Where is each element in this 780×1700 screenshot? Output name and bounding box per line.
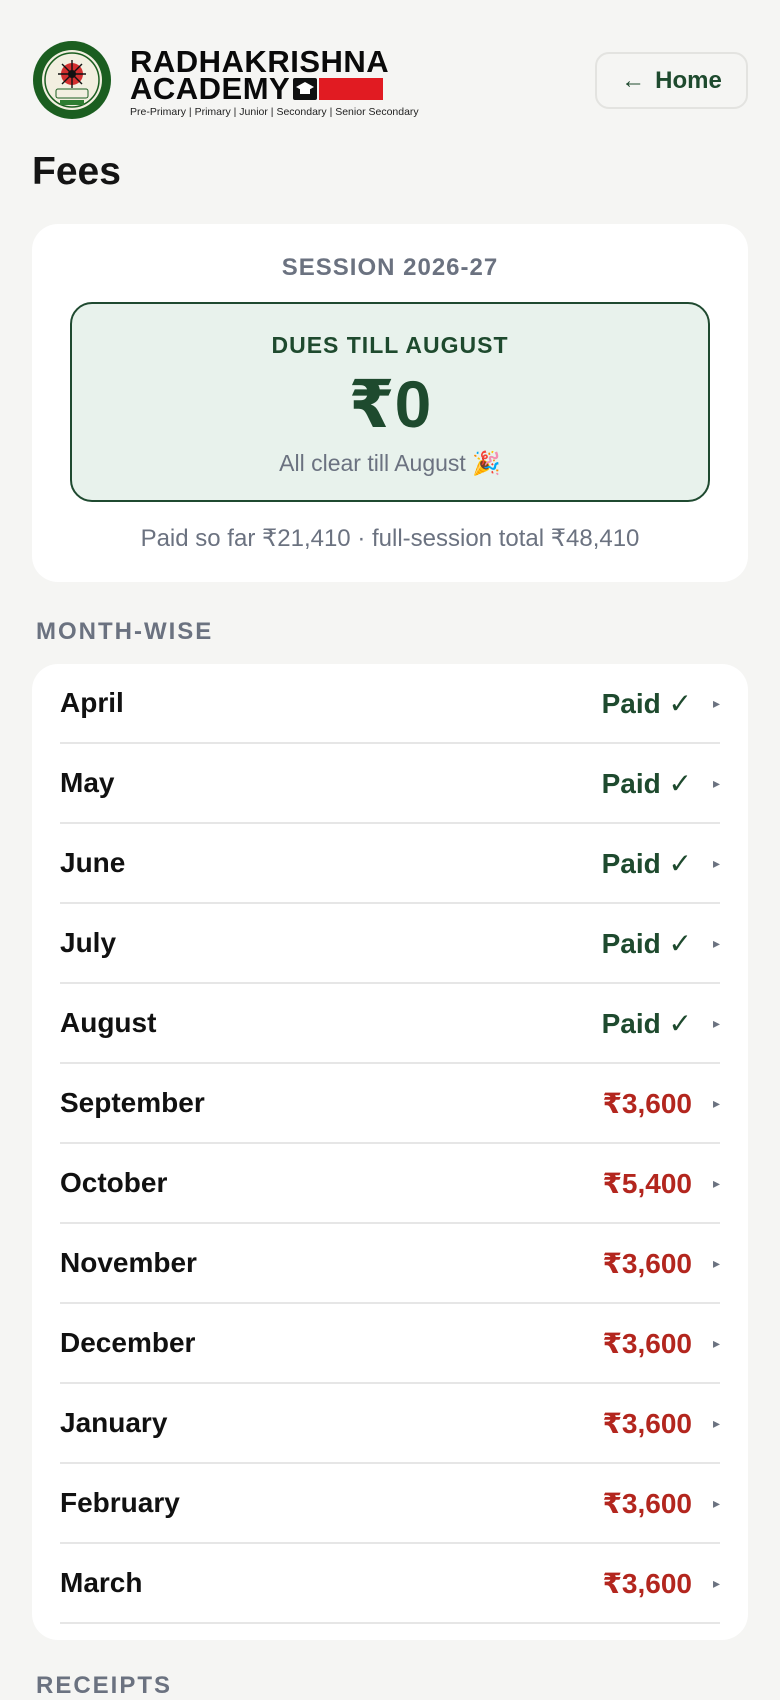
page-title: Fees bbox=[32, 150, 121, 193]
arrow-left-icon: ← bbox=[621, 66, 646, 94]
month-row[interactable]: July Paid ✓ ▸ bbox=[60, 904, 720, 984]
month-name: November bbox=[60, 1247, 197, 1278]
chevron-right-icon: ▸ bbox=[712, 1094, 720, 1111]
month-name: January bbox=[60, 1407, 168, 1438]
month-name: April bbox=[60, 687, 124, 718]
month-due-amount: ₹3,600 bbox=[602, 1087, 692, 1119]
dues-note: All clear till August 🎉 bbox=[279, 450, 501, 476]
month-row[interactable]: November ₹3,600 ▸ bbox=[60, 1224, 720, 1304]
month-name: June bbox=[60, 847, 126, 878]
month-due-amount: ₹3,600 bbox=[602, 1407, 692, 1439]
month-name: March bbox=[60, 1567, 143, 1598]
month-row[interactable]: March ₹3,600 ▸ bbox=[60, 1544, 720, 1624]
month-paid-status: Paid ✓ bbox=[601, 687, 692, 719]
school-name-line2: ACADEMY bbox=[130, 71, 291, 106]
chevron-right-icon: ▸ bbox=[712, 1254, 720, 1271]
month-row[interactable]: September ₹3,600 ▸ bbox=[60, 1064, 720, 1144]
month-due-amount: ₹3,600 bbox=[602, 1247, 692, 1279]
chevron-right-icon: ▸ bbox=[712, 1414, 720, 1431]
month-row[interactable]: December ₹3,600 ▸ bbox=[60, 1304, 720, 1384]
month-name: May bbox=[60, 767, 115, 798]
month-paid-status: Paid ✓ bbox=[601, 927, 692, 959]
school-levels-subtitle: Pre-Primary | Primary | Junior | Seconda… bbox=[130, 106, 419, 118]
home-button[interactable]: ← Home bbox=[595, 52, 748, 109]
chevron-right-icon: ▸ bbox=[712, 1574, 720, 1591]
school-seal-logo bbox=[33, 41, 111, 119]
month-row[interactable]: October ₹5,400 ▸ bbox=[60, 1144, 720, 1224]
logo-red-banner bbox=[319, 77, 384, 100]
month-row[interactable]: August Paid ✓ ▸ bbox=[60, 984, 720, 1064]
month-row[interactable]: June Paid ✓ ▸ bbox=[60, 824, 720, 904]
chevron-right-icon: ▸ bbox=[712, 694, 720, 711]
month-row[interactable]: January ₹3,600 ▸ bbox=[60, 1384, 720, 1464]
month-name: August bbox=[60, 1007, 157, 1038]
home-button-label: Home bbox=[655, 66, 722, 94]
month-list: April Paid ✓ ▸ May Paid ✓ ▸ June Paid ✓ ▸ July Pai… bbox=[32, 664, 748, 1640]
dues-amount: ₹0 bbox=[348, 367, 432, 441]
month-due-amount: ₹3,600 bbox=[602, 1327, 692, 1359]
graduation-cap-icon bbox=[293, 77, 318, 100]
month-name: February bbox=[60, 1487, 180, 1518]
month-row[interactable]: February ₹3,600 ▸ bbox=[60, 1464, 720, 1544]
month-paid-status: Paid ✓ bbox=[601, 847, 692, 879]
chevron-right-icon: ▸ bbox=[712, 854, 720, 871]
chevron-right-icon: ▸ bbox=[712, 1174, 720, 1191]
session-label: SESSION 2026-27 bbox=[281, 254, 499, 281]
month-paid-status: Paid ✓ bbox=[601, 767, 692, 799]
month-row[interactable]: April Paid ✓ ▸ bbox=[60, 664, 720, 744]
chevron-right-icon: ▸ bbox=[712, 1014, 720, 1031]
chevron-right-icon: ▸ bbox=[712, 774, 720, 791]
month-name: September bbox=[60, 1087, 205, 1118]
chevron-right-icon: ▸ bbox=[712, 1494, 720, 1511]
month-due-amount: ₹3,600 bbox=[602, 1487, 692, 1519]
chevron-right-icon: ▸ bbox=[712, 1334, 720, 1351]
school-wordmark: RADHAKRISHNA ACADEMY Pre-Primary | Prima… bbox=[130, 46, 419, 118]
chevron-right-icon: ▸ bbox=[712, 934, 720, 951]
receipts-section-label: RECEIPTS bbox=[36, 1672, 173, 1699]
dues-label: DUES TILL AUGUST bbox=[271, 332, 509, 358]
fee-summary-card: SESSION 2026-27 DUES TILL AUGUST ₹0 All … bbox=[32, 224, 748, 582]
month-name: October bbox=[60, 1167, 168, 1198]
month-wise-section-label: MONTH-WISE bbox=[36, 618, 214, 645]
paid-summary: Paid so far ₹21,410 · full-session total… bbox=[140, 525, 640, 552]
month-due-amount: ₹5,400 bbox=[602, 1167, 692, 1199]
dues-box: DUES TILL AUGUST ₹0 All clear till Augus… bbox=[70, 302, 710, 502]
month-row[interactable]: May Paid ✓ ▸ bbox=[60, 744, 720, 824]
month-name: December bbox=[60, 1327, 196, 1358]
month-paid-status: Paid ✓ bbox=[601, 1007, 692, 1039]
month-name: July bbox=[60, 927, 117, 958]
month-due-amount: ₹3,600 bbox=[602, 1567, 692, 1599]
app-header: RADHAKRISHNA ACADEMY Pre-Primary | Prima… bbox=[0, 0, 780, 150]
